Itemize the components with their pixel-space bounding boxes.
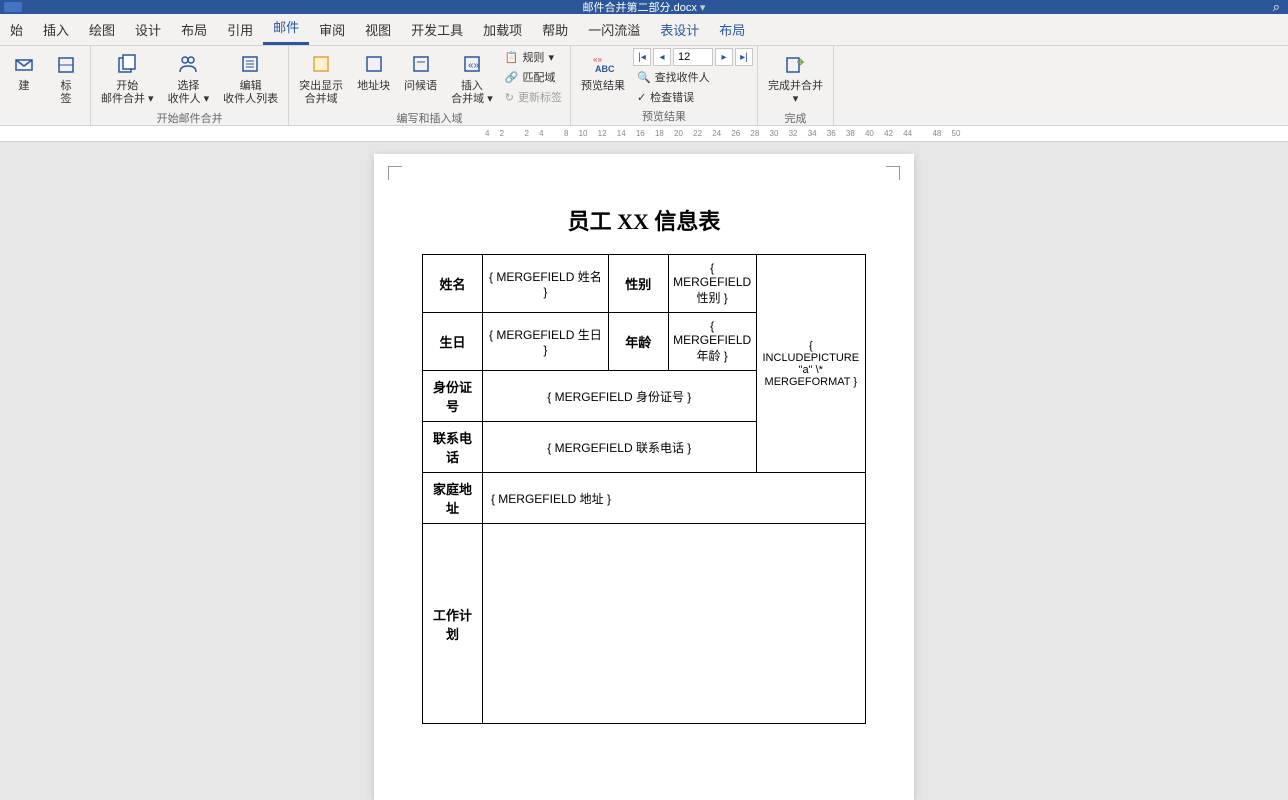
cell-plan-field[interactable] [482, 524, 865, 724]
address-icon [362, 52, 386, 76]
match-icon: 🔗 [505, 71, 519, 84]
svg-text:ABC: ABC [595, 64, 615, 74]
finish-icon [783, 52, 807, 76]
tab-draw[interactable]: 绘图 [79, 14, 125, 45]
cell-age-label[interactable]: 年龄 [608, 313, 668, 371]
find-icon: 🔍 [637, 71, 651, 84]
select-recipients-button[interactable]: 选择 收件人 ▾ [162, 48, 216, 108]
label-icon [54, 52, 78, 76]
finish-merge-button[interactable]: 完成并合并▾ [762, 48, 829, 108]
ribbon-tabs: 始 插入 绘图 设计 布局 引用 邮件 审阅 视图 开发工具 加载项 帮助 一闪… [0, 14, 1288, 46]
cell-age-field[interactable]: { MERGEFIELD 年龄 } [668, 313, 756, 371]
cell-phone-label[interactable]: 联系电话 [423, 422, 483, 473]
tab-table-design[interactable]: 表设计 [650, 14, 709, 45]
check-icon: ✓ [637, 91, 646, 104]
group-label-finish: 完成 [762, 108, 829, 128]
ribbon: 建 标 签 开始 邮件合并 ▾ 选择 收件人 ▾ 编辑 收件人列表 开始 [0, 46, 1288, 126]
users-icon [176, 52, 200, 76]
horizontal-ruler[interactable]: 4224810121416182022242628303234363840424… [0, 126, 1288, 142]
prev-record-button[interactable]: ◂ [653, 48, 671, 66]
search-icon[interactable]: ⌕ [1273, 0, 1280, 15]
tab-view[interactable]: 视图 [355, 14, 401, 45]
envelope-icon [12, 52, 36, 76]
cell-photo-field[interactable]: { INCLUDEPICTURE "a" \* MERGEFORMAT } [756, 255, 865, 473]
match-fields-button[interactable]: 🔗匹配域 [501, 68, 566, 86]
tab-table-layout[interactable]: 布局 [709, 14, 755, 45]
cell-plan-label[interactable]: 工作计划 [423, 524, 483, 724]
highlight-fields-button[interactable]: 突出显示 合并域 [293, 48, 349, 108]
record-number-input[interactable] [673, 48, 713, 66]
cell-birth-field[interactable]: { MERGEFIELD 生日 } [482, 313, 608, 371]
cell-addr-label[interactable]: 家庭地址 [423, 473, 483, 524]
next-record-button[interactable]: ▸ [715, 48, 733, 66]
first-record-button[interactable]: |◂ [633, 48, 651, 66]
cell-id-field[interactable]: { MERGEFIELD 身份证号 } [482, 371, 756, 422]
highlight-icon [309, 52, 333, 76]
preview-icon: «»ABC [591, 52, 615, 76]
margin-marker-tr [886, 166, 900, 180]
check-errors-button[interactable]: ✓检查错误 [633, 88, 753, 106]
title-bar: 邮件合并第二部分.docx ▾ ⌕ [0, 0, 1288, 14]
address-block-button[interactable]: 地址块 [351, 48, 396, 95]
tab-references[interactable]: 引用 [217, 14, 263, 45]
tab-home[interactable]: 始 [0, 14, 33, 45]
cell-name-label[interactable]: 姓名 [423, 255, 483, 313]
cell-addr-field[interactable]: { MERGEFIELD 地址 } [482, 473, 865, 524]
insert-field-icon: «» [460, 52, 484, 76]
find-recipient-button[interactable]: 🔍查找收件人 [633, 68, 753, 86]
greeting-icon [409, 52, 433, 76]
update-labels-button: ↻更新标签 [501, 88, 566, 106]
tab-help[interactable]: 帮助 [532, 14, 578, 45]
page[interactable]: 员工 XX 信息表 姓名 { MERGEFIELD 姓名 } 性别 { MERG… [374, 154, 914, 800]
update-icon: ↻ [505, 91, 514, 104]
preview-results-button[interactable]: «»ABC 预览结果 [575, 48, 631, 95]
cell-phone-field[interactable]: { MERGEFIELD 联系电话 } [482, 422, 756, 473]
rules-button[interactable]: 📋规则 ▾ [501, 48, 566, 66]
tab-review[interactable]: 审阅 [309, 14, 355, 45]
quick-access [0, 2, 22, 12]
tab-mailings[interactable]: 邮件 [263, 11, 309, 45]
cell-gender-label[interactable]: 性别 [608, 255, 668, 313]
last-record-button[interactable]: ▸| [735, 48, 753, 66]
insert-merge-field-button[interactable]: «» 插入 合并域 ▾ [445, 48, 499, 108]
envelopes-button[interactable]: 建 [4, 48, 44, 95]
info-table[interactable]: 姓名 { MERGEFIELD 姓名 } 性别 { MERGEFIELD 性别 … [422, 254, 866, 724]
group-label-preview: 预览结果 [575, 106, 753, 126]
merge-icon [115, 52, 139, 76]
document-canvas[interactable]: 员工 XX 信息表 姓名 { MERGEFIELD 姓名 } 性别 { MERG… [0, 142, 1288, 800]
start-mail-merge-button[interactable]: 开始 邮件合并 ▾ [95, 48, 160, 108]
svg-text:«»: «» [593, 55, 602, 64]
cell-gender-field[interactable]: { MERGEFIELD 性别 } [668, 255, 756, 313]
tab-flash[interactable]: 一闪流溢 [578, 14, 650, 45]
document-filename: 邮件合并第二部分.docx ▾ [583, 0, 706, 15]
tab-insert[interactable]: 插入 [33, 14, 79, 45]
cell-birth-label[interactable]: 生日 [423, 313, 483, 371]
rules-icon: 📋 [505, 51, 519, 64]
tab-developer[interactable]: 开发工具 [401, 14, 473, 45]
cell-name-field[interactable]: { MERGEFIELD 姓名 } [482, 255, 608, 313]
group-label-start: 开始邮件合并 [95, 108, 284, 128]
group-label-write: 编写和插入域 [293, 108, 566, 128]
cell-id-label[interactable]: 身份证号 [423, 371, 483, 422]
tab-design[interactable]: 设计 [125, 14, 171, 45]
labels-button[interactable]: 标 签 [46, 48, 86, 108]
tab-layout[interactable]: 布局 [171, 14, 217, 45]
edit-list-icon [239, 52, 263, 76]
page-title[interactable]: 员工 XX 信息表 [388, 204, 900, 236]
qat-icon[interactable] [4, 2, 22, 12]
tab-addins[interactable]: 加载项 [473, 14, 532, 45]
greeting-line-button[interactable]: 问候语 [398, 48, 443, 95]
edit-recipients-button[interactable]: 编辑 收件人列表 [217, 48, 284, 108]
margin-marker-tl [388, 166, 402, 180]
svg-text:«»: «» [468, 60, 480, 71]
